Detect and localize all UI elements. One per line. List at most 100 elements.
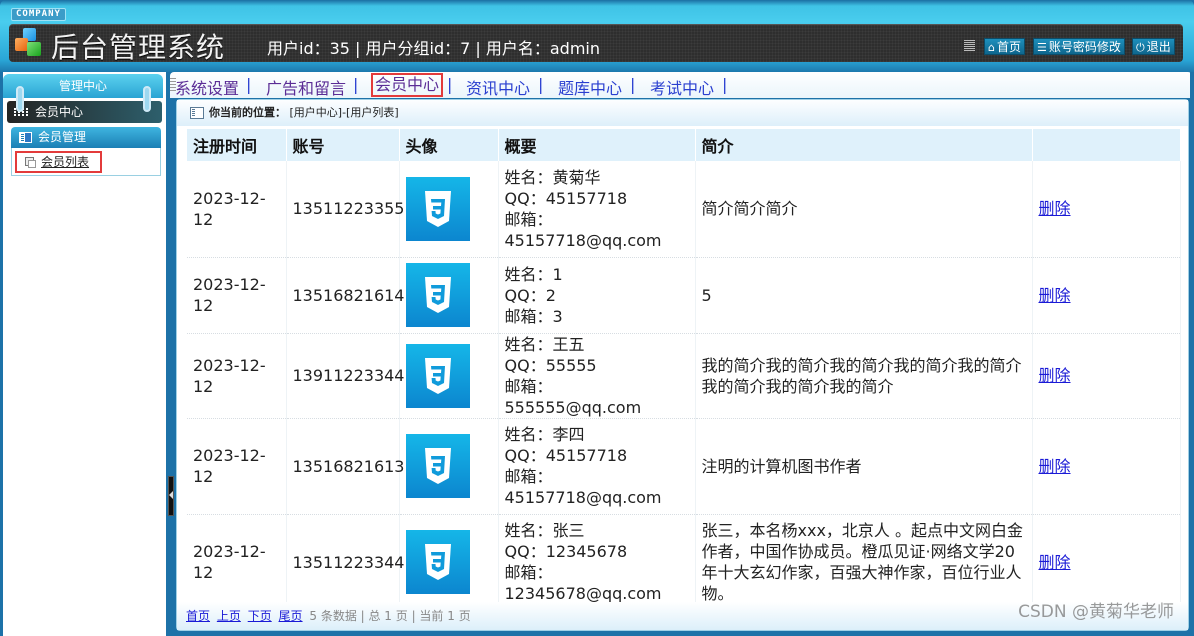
- nav-separator: |: [538, 75, 544, 94]
- cell-account: 13516821614: [286, 257, 404, 334]
- list-icon: ☰: [1037, 41, 1047, 54]
- logout-button[interactable]: ⏻ 退出: [1132, 38, 1175, 55]
- power-icon: ⏻: [1136, 41, 1145, 54]
- main-panel: 你当前的位置： [用户中心]-[用户列表] 注册时间 账号 头像 概要 简介 2…: [176, 99, 1189, 631]
- account-number: 13911223344: [292, 366, 405, 385]
- intro-text: 注明的计算机图书作者: [701, 456, 862, 476]
- cell-actions: 删除: [1032, 333, 1181, 419]
- summary-name: 姓名：1: [504, 264, 563, 284]
- cell-intro: 5: [695, 257, 1033, 334]
- cell-avatar: [399, 514, 499, 611]
- member-table: 注册时间 账号 头像 概要 简介 2023-12-12 13511223355 …: [187, 129, 1181, 611]
- summary-email: 邮箱：3: [504, 306, 563, 326]
- top-nav: 系统设置 | 广告和留言 | 会员中心 | 资讯中心 | 题库中心 | 考试中心…: [170, 72, 1192, 98]
- nav-separator: |: [447, 75, 453, 94]
- cell-avatar: [399, 418, 499, 515]
- logo-cubes-icon: [15, 28, 45, 58]
- column-header-avatar: 头像: [399, 129, 499, 161]
- css3-shield-icon: [424, 277, 451, 313]
- ring-decoration-icon: [16, 86, 24, 112]
- sidebar-item-member-list[interactable]: 会员列表: [15, 151, 102, 173]
- cell-summary: 姓名：黄菊华 QQ：45157718 邮箱：45157718@qq.com: [498, 161, 696, 258]
- cell-intro: 简介简介简介: [695, 161, 1033, 258]
- sidebar-collapse-handle[interactable]: [168, 476, 174, 516]
- pager-last[interactable]: 尾页: [279, 609, 303, 623]
- sidebar-item-label: 会员列表: [41, 155, 90, 169]
- tab-news-center[interactable]: 资讯中心: [466, 75, 530, 99]
- nav-separator: |: [246, 75, 252, 94]
- intro-text: 张三，本名杨xxx，北京人 。起点中文网白金作者，中国作协成员。橙瓜见证·网络文…: [701, 521, 1024, 603]
- summary-qq: QQ：12345678: [504, 542, 628, 561]
- user-info: 用户id：35 | 用户分组id：7 | 用户名：admin: [267, 39, 601, 58]
- pager-prev[interactable]: 上页: [217, 609, 241, 623]
- register-date: 2023-12-12: [193, 542, 266, 582]
- delete-link[interactable]: 删除: [1039, 199, 1071, 218]
- summary-email: 邮箱：45157718@qq.com: [504, 467, 662, 507]
- summary-name: 姓名：张三: [504, 521, 585, 540]
- register-date: 2023-12-12: [193, 275, 266, 315]
- table-row: 2023-12-12 13911223344 姓名：王五 QQ：55555 邮箱…: [187, 333, 1181, 419]
- account-number: 13511223355: [292, 199, 405, 219]
- cell-account: 13511223355: [286, 161, 404, 258]
- summary-qq: QQ：45157718: [504, 446, 628, 465]
- register-date: 2023-12-12: [193, 446, 266, 486]
- pager-next[interactable]: 下页: [248, 609, 272, 623]
- sidebar-group-member-management[interactable]: 会员管理: [11, 127, 161, 148]
- avatar: [405, 343, 470, 408]
- avatar: [405, 263, 470, 327]
- panel-icon: [19, 132, 32, 143]
- css3-shield-icon: [424, 357, 451, 394]
- cell-avatar: [399, 257, 499, 334]
- table-header-row: 注册时间 账号 头像 概要 简介: [187, 129, 1181, 161]
- menu-lines-icon: [964, 40, 975, 51]
- change-password-button[interactable]: ☰ 账号密码修改: [1033, 38, 1125, 55]
- cell-avatar: [399, 161, 499, 258]
- cell-account: 13516821613: [286, 418, 404, 515]
- delete-link[interactable]: 删除: [1039, 286, 1071, 305]
- summary-name: 姓名：李四: [504, 425, 585, 444]
- app-title: 后台管理系统: [51, 31, 226, 64]
- cell-summary: 姓名：1 QQ：2 邮箱：3: [498, 257, 696, 334]
- cell-summary: 姓名：王五 QQ：55555 邮箱：555555@qq.com: [498, 333, 696, 419]
- cell-register-time: 2023-12-12: [187, 418, 287, 515]
- column-header-account: 账号: [286, 129, 400, 161]
- cell-actions: 删除: [1032, 257, 1181, 334]
- account-number: 13511223344: [292, 552, 405, 572]
- table-row: 2023-12-12 13511223344 姓名：张三 QQ：12345678…: [187, 514, 1181, 611]
- table-row: 2023-12-12 13516821614 姓名：1 QQ：2 邮箱：3 5 …: [187, 257, 1181, 334]
- summary-email: 邮箱：555555@qq.com: [504, 376, 642, 417]
- avatar: [405, 434, 470, 498]
- breadcrumb-label: 你当前的位置：: [209, 106, 286, 119]
- delete-link[interactable]: 删除: [1039, 366, 1071, 385]
- sidebar: 管理中心 会员中心 会员管理 会员列表: [3, 72, 166, 636]
- pager-first[interactable]: 首页: [186, 609, 210, 623]
- ring-decoration-icon: [143, 86, 151, 112]
- sidebar-section-member-center[interactable]: 会员中心: [7, 101, 162, 123]
- tab-exam-center[interactable]: 考试中心: [650, 75, 714, 99]
- avatar: [405, 176, 470, 241]
- breadcrumb-path: [用户中心]-[用户列表]: [289, 106, 399, 119]
- cell-summary: 姓名：张三 QQ：12345678 邮箱：12345678@qq.com: [498, 514, 696, 611]
- cell-intro: 我的简介我的简介我的简介我的简介我的简介我的简介我的简介我的简介: [695, 333, 1033, 419]
- cell-account: 13511223344: [286, 514, 404, 611]
- app-header: COMPANY 后台管理系统 用户id：35 | 用户分组id：7 | 用户名：…: [0, 0, 1194, 72]
- breadcrumb: 你当前的位置： [用户中心]-[用户列表]: [177, 100, 1188, 126]
- tab-ads-messages[interactable]: 广告和留言: [266, 75, 346, 99]
- home-button[interactable]: ⌂ 首页: [984, 38, 1025, 55]
- avatar: [405, 530, 470, 594]
- column-header-actions: [1032, 129, 1181, 161]
- tab-system-settings[interactable]: 系统设置: [175, 75, 239, 99]
- intro-text: 我的简介我的简介我的简介我的简介我的简介我的简介我的简介我的简介: [701, 355, 1022, 396]
- change-password-label: 账号密码修改: [1048, 40, 1121, 54]
- tab-question-bank[interactable]: 题库中心: [558, 75, 622, 99]
- cell-actions: 删除: [1032, 161, 1181, 258]
- nav-separator: |: [722, 75, 728, 94]
- column-header-register-time: 注册时间: [187, 129, 287, 161]
- cell-register-time: 2023-12-12: [187, 257, 287, 334]
- delete-link[interactable]: 删除: [1039, 457, 1071, 476]
- summary-name: 姓名：黄菊华: [504, 167, 601, 187]
- delete-link[interactable]: 删除: [1039, 553, 1071, 572]
- tab-member-center[interactable]: 会员中心: [371, 73, 444, 97]
- cell-account: 13911223344: [286, 333, 404, 419]
- home-icon: ⌂: [988, 41, 995, 54]
